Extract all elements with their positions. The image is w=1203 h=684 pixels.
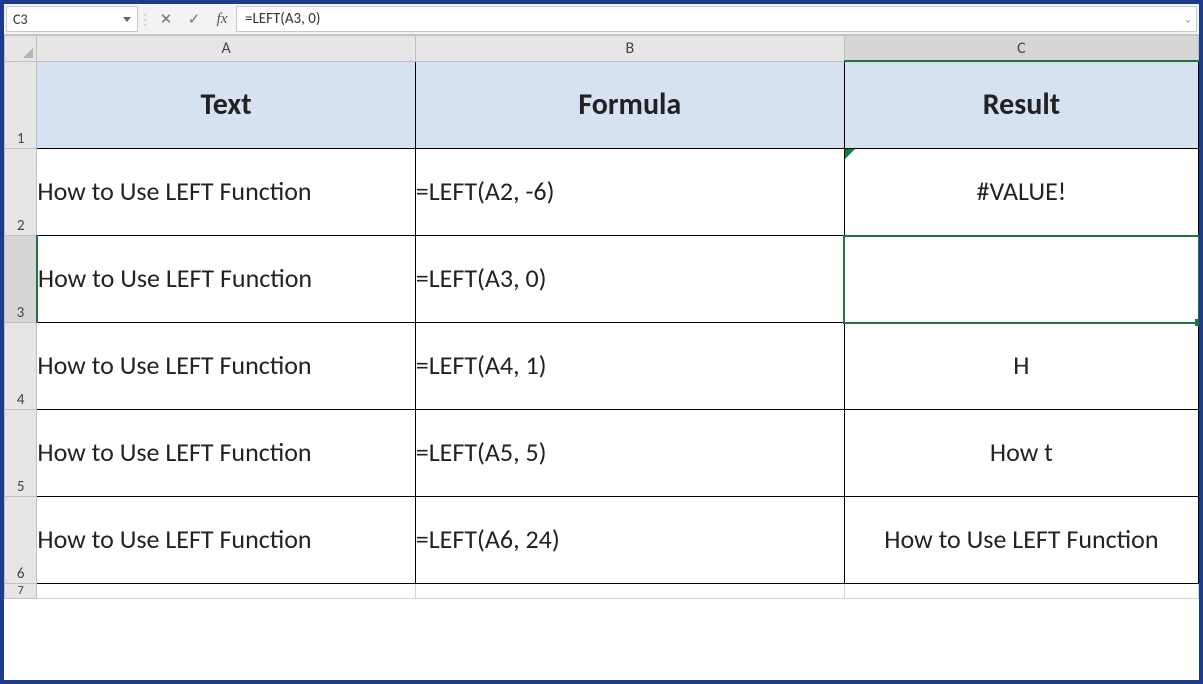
- row-5: 5 How to Use LEFT Function =LEFT(A5, 5) …: [5, 410, 1199, 497]
- formula-input[interactable]: =LEFT(A3, 0) ⌄: [236, 6, 1197, 32]
- cell-C6[interactable]: How to Use LEFT Function: [844, 497, 1198, 584]
- cell-B5[interactable]: =LEFT(A5, 5): [415, 410, 844, 497]
- cell-A1[interactable]: Text: [37, 61, 415, 149]
- row-header-3[interactable]: 3: [5, 236, 37, 323]
- formula-bar: C3 ⋮ ✕ ✓ fx =LEFT(A3, 0) ⌄: [4, 4, 1199, 35]
- column-header-A[interactable]: A: [37, 36, 415, 62]
- cell-C4[interactable]: H: [844, 323, 1198, 410]
- row-header-1[interactable]: 1: [5, 61, 37, 149]
- column-header-C[interactable]: C: [844, 36, 1198, 62]
- chevron-down-icon[interactable]: [123, 17, 131, 22]
- expand-icon[interactable]: ⌄: [1184, 13, 1192, 26]
- name-box[interactable]: C3: [6, 6, 138, 32]
- cell-A7[interactable]: [37, 584, 415, 599]
- cell-A4[interactable]: How to Use LEFT Function: [37, 323, 415, 410]
- cancel-icon[interactable]: ✕: [152, 4, 180, 34]
- row-header-2[interactable]: 2: [5, 149, 37, 236]
- row-2: 2 How to Use LEFT Function =LEFT(A2, -6)…: [5, 149, 1199, 236]
- row-4: 4 How to Use LEFT Function =LEFT(A4, 1) …: [5, 323, 1199, 410]
- cell-C2[interactable]: #VALUE!: [844, 149, 1198, 236]
- row-header-6[interactable]: 6: [5, 497, 37, 584]
- row-header-5[interactable]: 5: [5, 410, 37, 497]
- cell-B7[interactable]: [415, 584, 844, 599]
- row-6: 6 How to Use LEFT Function =LEFT(A6, 24)…: [5, 497, 1199, 584]
- cell-A6[interactable]: How to Use LEFT Function: [37, 497, 415, 584]
- column-header-B[interactable]: B: [415, 36, 844, 62]
- cell-A2[interactable]: How to Use LEFT Function: [37, 149, 415, 236]
- error-indicator-icon[interactable]: [845, 149, 855, 159]
- cell-B3[interactable]: =LEFT(A3, 0): [415, 236, 844, 323]
- row-1: 1 Text Formula Result: [5, 61, 1199, 149]
- row-7: 7: [5, 584, 1199, 599]
- separator-icon: ⋮: [138, 4, 152, 34]
- column-header-row: A B C: [5, 36, 1199, 62]
- row-header-4[interactable]: 4: [5, 323, 37, 410]
- cell-B1[interactable]: Formula: [415, 61, 844, 149]
- cell-C3[interactable]: [844, 236, 1198, 323]
- select-all-corner[interactable]: [5, 36, 37, 62]
- cell-B2[interactable]: =LEFT(A2, -6): [415, 149, 844, 236]
- cell-A5[interactable]: How to Use LEFT Function: [37, 410, 415, 497]
- cell-B6[interactable]: =LEFT(A6, 24): [415, 497, 844, 584]
- name-box-value: C3: [13, 11, 28, 28]
- formula-text: =LEFT(A3, 0): [245, 10, 320, 28]
- cell-C5[interactable]: How t: [844, 410, 1198, 497]
- cell-B4[interactable]: =LEFT(A4, 1): [415, 323, 844, 410]
- cell-C2-value: #VALUE!: [977, 175, 1067, 207]
- fx-icon[interactable]: fx: [208, 4, 236, 34]
- cell-A3[interactable]: How to Use LEFT Function: [37, 236, 415, 323]
- enter-icon[interactable]: ✓: [180, 4, 208, 34]
- row-header-7[interactable]: 7: [5, 584, 37, 599]
- row-3: 3 How to Use LEFT Function =LEFT(A3, 0): [5, 236, 1199, 323]
- cell-C7[interactable]: [844, 584, 1198, 599]
- cell-C1[interactable]: Result: [844, 61, 1198, 149]
- worksheet[interactable]: A B C 1 Text Formula Result 2 How to Use…: [4, 35, 1199, 680]
